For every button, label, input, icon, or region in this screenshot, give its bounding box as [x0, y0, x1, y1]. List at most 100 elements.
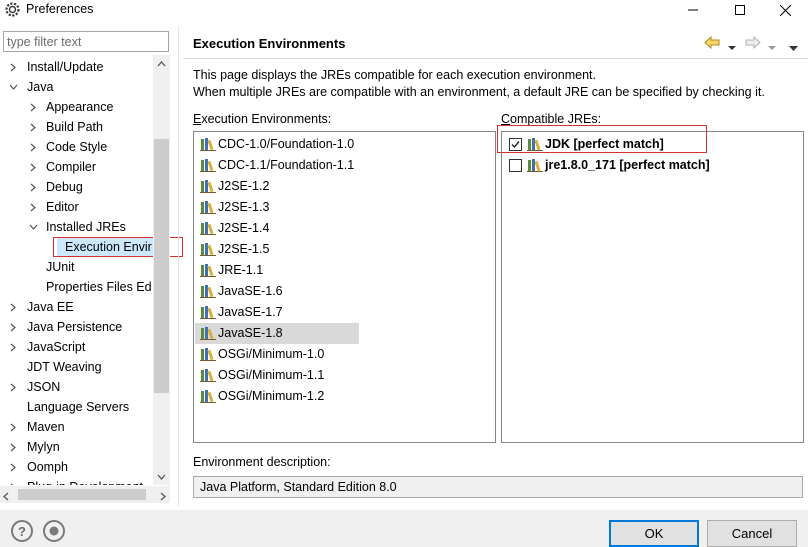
minimize-icon — [688, 9, 698, 11]
record-macro-button[interactable] — [43, 520, 65, 542]
tree-item-jdt-weaving[interactable]: JDT Weaving — [0, 357, 154, 377]
list-item-javase-1-7[interactable]: JavaSE-1.7 — [195, 302, 360, 323]
list-item-j2se-1-4[interactable]: J2SE-1.4 — [195, 218, 360, 239]
jre1-8-0-171-checkbox[interactable] — [509, 159, 522, 172]
list-item-jre-1-1[interactable]: JRE-1.1 — [195, 260, 360, 281]
tree-item-javascript[interactable]: JavaScript — [0, 337, 154, 357]
chevron-right-icon[interactable] — [8, 297, 18, 317]
chevron-right-icon[interactable] — [8, 317, 18, 337]
tree-item-java[interactable]: Java — [0, 77, 154, 97]
environment-description-label: Environment description: — [193, 455, 331, 469]
chevron-right-icon[interactable] — [8, 57, 18, 77]
ok-button[interactable]: OK — [609, 520, 699, 547]
tree-item-properties-files-editor[interactable]: Properties Files Ed — [0, 277, 154, 297]
tree-item-build-path[interactable]: Build Path — [0, 117, 154, 137]
cancel-button[interactable]: Cancel — [707, 520, 797, 547]
tree-item-install-update[interactable]: Install/Update — [0, 57, 154, 77]
chevron-right-icon[interactable] — [28, 157, 38, 177]
description-line-1: This page displays the JREs compatible f… — [193, 68, 596, 82]
tree-item-java-persistence[interactable]: Java Persistence — [0, 317, 154, 337]
tree-item-editor[interactable]: Editor — [0, 197, 154, 217]
tree-item-debug[interactable]: Debug — [0, 177, 154, 197]
list-item-osgi-minimum-1-2[interactable]: OSGi/Minimum-1.2 — [195, 386, 360, 407]
chevron-right-icon[interactable] — [28, 137, 38, 157]
tree-item-oomph[interactable]: Oomph — [0, 457, 154, 477]
tree-item-installed-jres[interactable]: Installed JREs — [0, 217, 154, 237]
jre-library-icon — [200, 222, 216, 235]
back-menu-dropdown-icon[interactable] — [728, 40, 736, 54]
tree-item-language-servers[interactable]: Language Servers — [0, 397, 154, 417]
chevron-right-icon[interactable] — [8, 377, 18, 397]
chevron-right-icon[interactable] — [8, 457, 18, 477]
list-item-cdc-1-1[interactable]: CDC-1.1/Foundation-1.1 — [195, 155, 360, 176]
scroll-down-arrow-icon[interactable] — [153, 468, 170, 485]
tree-item-code-style[interactable]: Code Style — [0, 137, 154, 157]
list-item-javase-1-8[interactable]: JavaSE-1.8 — [195, 323, 359, 344]
preferences-tree: Install/Update Java Appearance Build Pat… — [0, 55, 154, 485]
window-title: Preferences — [26, 2, 94, 16]
tree-item-java-ee[interactable]: Java EE — [0, 297, 154, 317]
jre-library-icon — [527, 159, 543, 172]
minimize-button[interactable] — [678, 0, 708, 20]
list-item-javase-1-6[interactable]: JavaSE-1.6 — [195, 281, 360, 302]
chevron-right-icon[interactable] — [28, 117, 38, 137]
tree-item-appearance[interactable]: Appearance — [0, 97, 154, 117]
compatible-jres-list[interactable]: JDK [perfect match] jre1.8.0_171 [perfec… — [501, 131, 804, 443]
help-button[interactable]: ? — [11, 520, 33, 542]
list-item-cdc-1-0[interactable]: CDC-1.0/Foundation-1.0 — [195, 134, 360, 155]
tree-item-plug-in-development[interactable]: Plug-in Development — [0, 477, 154, 485]
jre-library-icon — [200, 243, 216, 256]
forward-arrow-icon[interactable] — [745, 35, 761, 52]
close-icon — [779, 4, 791, 16]
chevron-right-icon[interactable] — [8, 417, 18, 437]
scrollbar-thumb[interactable] — [18, 489, 146, 500]
eclipse-gear-icon — [5, 2, 20, 17]
back-arrow-icon[interactable] — [704, 35, 720, 52]
environment-description-field: Java Platform, Standard Edition 8.0 — [193, 476, 803, 498]
scroll-right-arrow-icon[interactable] — [160, 490, 166, 504]
close-button[interactable] — [770, 0, 800, 20]
tree-item-maven[interactable]: Maven — [0, 417, 154, 437]
tree-vertical-scrollbar[interactable] — [153, 55, 170, 485]
list-item-osgi-minimum-1-1[interactable]: OSGi/Minimum-1.1 — [195, 365, 360, 386]
tree-item-junit[interactable]: JUnit — [0, 257, 154, 277]
title-bar: Preferences — [0, 0, 808, 20]
chevron-right-icon[interactable] — [8, 337, 18, 357]
list-item-j2se-1-2[interactable]: J2SE-1.2 — [195, 176, 360, 197]
page-description: This page displays the JREs compatible f… — [193, 67, 765, 101]
tree-item-compiler[interactable]: Compiler — [0, 157, 154, 177]
jre-item-jre1-8-0-171[interactable]: jre1.8.0_171 [perfect match] — [503, 155, 803, 176]
maximize-button[interactable] — [725, 0, 755, 20]
forward-menu-dropdown-icon[interactable] — [768, 40, 776, 54]
list-item-j2se-1-3[interactable]: J2SE-1.3 — [195, 197, 360, 218]
help-icon: ? — [18, 523, 26, 539]
description-line-2: When multiple JREs are compatible with a… — [193, 85, 765, 99]
list-item-osgi-minimum-1-0[interactable]: OSGi/Minimum-1.0 — [195, 344, 360, 365]
view-menu-dropdown-icon[interactable] — [789, 40, 798, 54]
jre-library-icon — [200, 306, 216, 319]
chevron-right-icon[interactable] — [28, 177, 38, 197]
page-title: Execution Environments — [193, 36, 346, 51]
chevron-down-icon[interactable] — [8, 77, 18, 97]
filter-input[interactable] — [3, 31, 169, 52]
chevron-right-icon[interactable] — [8, 437, 18, 457]
scroll-left-arrow-icon[interactable] — [3, 490, 9, 504]
tree-horizontal-scrollbar[interactable] — [0, 486, 170, 503]
tree-item-mylyn[interactable]: Mylyn — [0, 437, 154, 457]
jre-library-icon — [200, 180, 216, 193]
compatible-jres-label: Compatible JREs: — [501, 112, 602, 126]
tree-item-json[interactable]: JSON — [0, 377, 154, 397]
chevron-right-icon[interactable] — [28, 97, 38, 117]
chevron-right-icon[interactable] — [8, 477, 18, 485]
list-item-j2se-1-5[interactable]: J2SE-1.5 — [195, 239, 360, 260]
scrollbar-thumb[interactable] — [154, 139, 169, 393]
execution-environments-list[interactable]: CDC-1.0/Foundation-1.0 CDC-1.1/Foundatio… — [193, 131, 496, 443]
chevron-down-icon[interactable] — [28, 217, 38, 237]
header-separator — [183, 58, 808, 59]
maximize-icon — [735, 5, 745, 15]
jre-library-icon — [200, 285, 216, 298]
scroll-up-arrow-icon[interactable] — [153, 55, 170, 72]
chevron-right-icon[interactable] — [28, 197, 38, 217]
panel-divider[interactable] — [178, 26, 179, 506]
annotation-highlight-box — [497, 125, 707, 153]
